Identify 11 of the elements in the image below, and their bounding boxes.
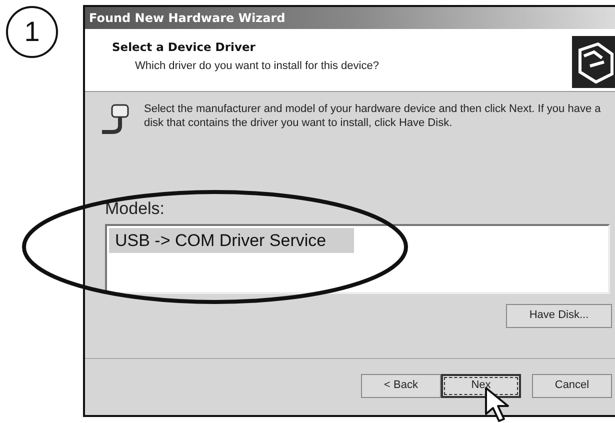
header-subtitle: Which driver do you want to install for this device? xyxy=(134,59,379,74)
instructions-text: Select the manufacturer and model of your hardware device and then click Next. If you have a disk that contains the driver you want to install, click Have Disk. xyxy=(144,102,602,130)
wizard-button[interactable]: Nex xyxy=(441,374,521,398)
window-title: Found New Hardware Wizard xyxy=(89,10,286,27)
model-item[interactable]: USB -> COM Driver Service xyxy=(109,228,354,253)
have-disk-button[interactable]: Have Disk... xyxy=(506,304,612,328)
wizard-button[interactable]: < Back xyxy=(361,374,441,398)
wizard-button[interactable]: Cancel xyxy=(532,374,612,398)
step-badge: 1 xyxy=(6,6,58,58)
header-title: Select a Device Driver xyxy=(112,39,256,56)
models-label: Models: xyxy=(105,198,166,220)
